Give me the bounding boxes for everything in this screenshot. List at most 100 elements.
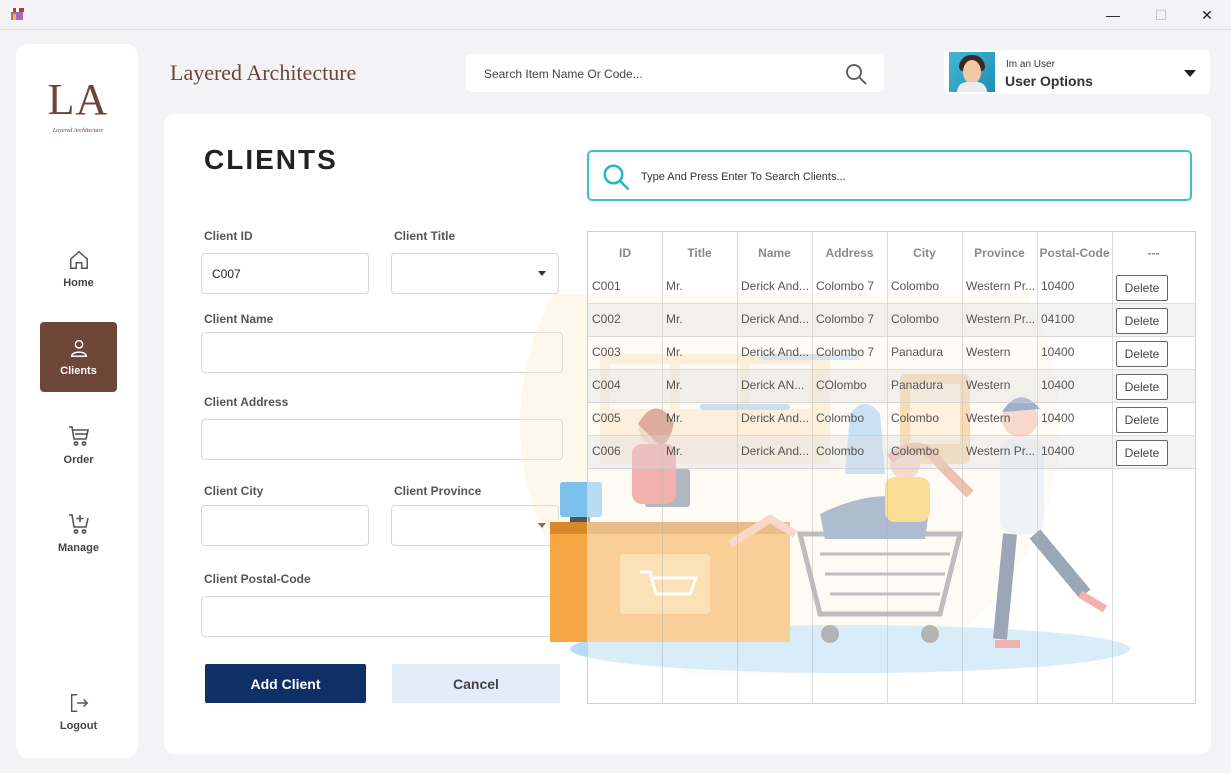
cell-address: Colombo 7 [816,279,875,293]
client-title-select[interactable] [391,253,559,294]
chevron-down-icon[interactable] [1184,70,1196,77]
cell-city: Panadura [891,345,944,359]
table-row[interactable]: C001 Mr. Derick And... Colombo 7 Colombo West… [588,271,1195,304]
table-row[interactable]: C006 Mr. Derick And... Colombo Colombo Wester… [588,436,1195,469]
cell-title: Mr. [666,312,683,326]
cell-id: C005 [592,411,621,425]
cell-id: C003 [592,345,621,359]
cell-address: COlombo [816,378,867,392]
logout-button[interactable]: Logout [40,680,117,744]
title-bar: — ☐ ✕ [0,0,1231,30]
item-search-input[interactable]: Search Item Name Or Code... [466,54,884,92]
cart-icon [68,426,89,446]
cell-title: Mr. [666,279,683,293]
table-header-name[interactable]: Name [737,246,812,260]
table-row[interactable]: C003 Mr. Derick And... Colombo 7 Panadura Wes… [588,337,1195,370]
cell-city: Colombo [891,279,940,293]
add-client-button[interactable]: Add Client [205,664,366,703]
brand-title: Layered Architecture [170,60,357,85]
table-header-title[interactable]: Title [662,246,737,260]
client-search-placeholder: Type And Press Enter To Search Clients..… [641,171,846,183]
sidebar-item-order[interactable]: Order [40,410,117,480]
app-logo: LA Layered Architecture [42,76,114,140]
table-header-city[interactable]: City [887,246,962,260]
cell-postal-code: 10400 [1041,378,1075,392]
cell-province: Western [966,411,1011,425]
logout-icon [70,694,88,712]
delete-button[interactable]: Delete [1116,440,1168,466]
cell-city: Colombo [891,411,940,425]
cell-province: Western [966,378,1011,392]
home-icon [69,250,88,269]
table-row[interactable]: C005 Mr. Derick And... Colombo Colombo Wester… [588,403,1195,436]
item-search-placeholder: Search Item Name Or Code... [484,67,643,81]
logo-mark: LA [47,75,109,124]
search-icon [603,164,630,191]
table-header-actions: --- [1147,246,1160,260]
minimize-button[interactable]: — [1098,4,1128,26]
page-title: CLIENTS [204,144,338,175]
client-city-field[interactable] [201,505,369,546]
client-province-label: Client Province [394,484,482,498]
delete-button[interactable]: Delete [1116,407,1168,433]
cell-postal-code: 10400 [1041,444,1075,458]
close-button[interactable]: ✕ [1192,4,1222,26]
user-options-label: User Options [1005,73,1093,89]
user-icon [70,339,87,357]
cell-city: Panadura [891,378,944,392]
cell-id: C006 [592,444,621,458]
cell-name: Derick And... [741,279,810,293]
cell-postal-code: 10400 [1041,411,1075,425]
user-options-dropdown[interactable]: Im an User User Options [944,50,1210,94]
cell-name: Derick And... [741,444,810,458]
client-title-label: Client Title [394,229,456,243]
delete-button[interactable]: Delete [1116,341,1168,367]
table-row[interactable]: C004 Mr. Derick AN... COlombo Panadura Wester… [588,370,1195,403]
sidebar-item-label: Clients [60,365,97,377]
cell-postal-code: 10400 [1041,345,1075,359]
client-id-label: Client ID [204,229,253,243]
client-search-input[interactable]: Type And Press Enter To Search Clients..… [587,150,1192,201]
sidebar-item-clients[interactable]: Clients [40,322,117,392]
delete-button[interactable]: Delete [1116,308,1168,334]
sidebar-item-home[interactable]: Home [40,234,117,304]
cell-title: Mr. [666,345,683,359]
client-city-label: Client City [204,484,264,498]
cart-add-icon [68,514,89,534]
client-name-field[interactable] [201,332,563,373]
table-header-id[interactable]: ID [588,246,662,260]
sidebar-item-label: Manage [58,542,99,554]
cell-address: Colombo [816,444,865,458]
client-postal-field[interactable] [201,596,563,637]
client-id-field[interactable]: C007 [201,253,369,294]
table-row[interactable]: C002 Mr. Derick And... Colombo 7 Colombo West… [588,304,1195,337]
client-id-value: C007 [212,267,241,281]
user-subtitle: Im an User [1006,59,1055,70]
cell-province: Western Pr... [966,312,1036,326]
avatar [949,52,995,92]
sidebar-item-label: Home [63,277,94,289]
client-postal-label: Client Postal-Code [204,572,311,586]
delete-button[interactable]: Delete [1116,374,1168,400]
cell-province: Western Pr... [966,444,1036,458]
table-header-address[interactable]: Address [812,246,887,260]
cell-name: Derick And... [741,345,810,359]
cell-address: Colombo [816,411,865,425]
maximize-button[interactable]: ☐ [1146,4,1176,26]
cell-name: Derick And... [741,312,810,326]
cell-postal-code: 10400 [1041,279,1075,293]
client-name-label: Client Name [204,312,274,326]
delete-button[interactable]: Delete [1116,275,1168,301]
cell-title: Mr. [666,378,683,392]
table-header-postal-code[interactable]: Postal-Code [1037,246,1112,260]
table-header-province[interactable]: Province [962,246,1037,260]
client-address-field[interactable] [201,419,563,460]
cell-city: Colombo [891,444,940,458]
sidebar-item-manage[interactable]: Manage [40,498,117,568]
store-icon [10,8,24,20]
cell-title: Mr. [666,444,683,458]
cell-title: Mr. [666,411,683,425]
cell-name: Derick And... [741,411,810,425]
sidebar: LA Layered Architecture Home Clients Ord… [16,44,138,758]
search-icon[interactable] [844,62,868,86]
